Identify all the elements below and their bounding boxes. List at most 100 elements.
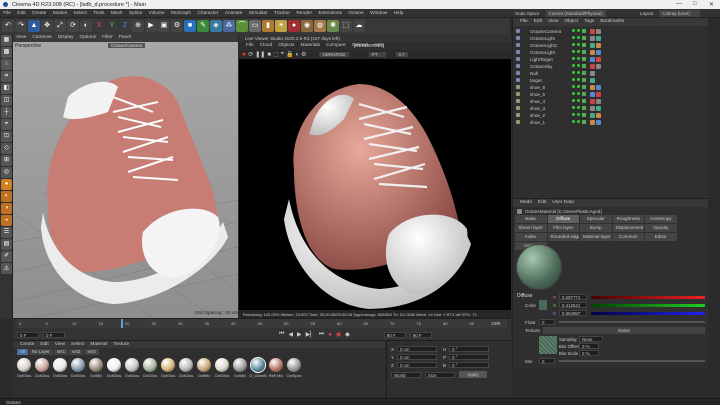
visibility-editor-dot[interactable] (572, 71, 575, 74)
material-tag-icon[interactable] (590, 98, 595, 104)
material-tag-icon[interactable] (596, 63, 601, 69)
model-mode-icon[interactable]: ▦ (1, 35, 12, 46)
menu-item-tools[interactable]: Tools (90, 9, 108, 18)
viewport-menu-options[interactable]: Options (77, 34, 100, 42)
fps-field[interactable]: 90 F (409, 331, 432, 338)
tab-editor[interactable]: Editor (645, 233, 677, 241)
coord-position-field[interactable]: 0 cm (397, 354, 437, 360)
material-tag-icon[interactable] (590, 84, 595, 90)
script-icon[interactable]: ▤ (1, 239, 12, 250)
enable-check-icon[interactable] (582, 71, 586, 75)
visibility-editor-dot[interactable] (572, 99, 575, 102)
coord-mode-select[interactable]: World (391, 371, 421, 378)
object-row[interactable]: shoe_1 (513, 119, 708, 126)
material-layer-tab[interactable]: set1 (53, 348, 69, 355)
tab-rounded-edges[interactable]: Rounded edges (547, 233, 579, 241)
material-tag-icon[interactable] (596, 119, 601, 125)
paint-icon[interactable]: ✐ (1, 251, 12, 262)
render-picture-viewer-icon[interactable]: ▣ (158, 20, 170, 32)
redo-icon[interactable]: ↷ (15, 20, 27, 32)
object-row[interactable]: shoe_3 (513, 105, 708, 112)
color-swatch[interactable] (539, 300, 547, 310)
material-tag-icon[interactable] (590, 77, 595, 83)
next-frame-icon[interactable]: ▶▏ (306, 331, 315, 338)
material-tag-icon[interactable] (590, 119, 595, 125)
settings-icon[interactable]: ⚙ (301, 51, 306, 58)
material-tag-icon[interactable] (590, 63, 595, 69)
coordinate-system-icon[interactable]: ⊕ (132, 20, 144, 32)
last-frame-icon[interactable]: ⏭ (319, 331, 324, 338)
enable-check-icon[interactable] (582, 120, 586, 124)
objects-menu-file[interactable]: File (517, 18, 531, 26)
attributes-menu-mode[interactable]: Mode (517, 199, 535, 207)
enable-check-icon[interactable] (582, 50, 586, 54)
tab-diffuse[interactable]: Diffuse (547, 215, 579, 223)
liveviewer-menu-cloud[interactable]: Cloud (257, 42, 276, 50)
visibility-editor-dot[interactable] (572, 50, 575, 53)
material-tag-icon[interactable] (590, 56, 595, 62)
r-slider[interactable] (591, 296, 705, 299)
material-tag-icon[interactable] (590, 70, 595, 76)
visibility-render-dot[interactable] (577, 92, 580, 95)
record-icon[interactable]: ● (242, 51, 246, 58)
play-icon[interactable]: ▶ (297, 331, 302, 338)
render-view-icon[interactable]: ▶ (145, 20, 157, 32)
material-item[interactable]: OctMix (196, 358, 212, 378)
visibility-editor-dot[interactable] (572, 29, 575, 32)
visibility-render-dot[interactable] (577, 29, 580, 32)
visibility-editor-dot[interactable] (572, 85, 575, 88)
menu-item-render[interactable]: Render (293, 9, 315, 18)
scale-icon[interactable]: ⤢ (54, 20, 66, 32)
visibility-editor-dot[interactable] (572, 113, 575, 116)
record-key-icon[interactable]: ● (328, 332, 332, 338)
colorspace-select[interactable]: HDR/sRGB (318, 52, 349, 57)
object-row[interactable]: OctaneCamera (513, 28, 708, 35)
enable-check-icon[interactable] (582, 64, 586, 68)
start-frame-field[interactable]: 0 F (17, 331, 39, 338)
material-tag-icon[interactable] (596, 56, 601, 62)
material-tag-icon[interactable] (596, 91, 601, 97)
float-slider[interactable] (559, 321, 705, 323)
texture-type-button[interactable]: Noise (543, 327, 705, 334)
light-icon[interactable]: ☀ (275, 20, 287, 32)
x-axis-icon[interactable]: X (93, 20, 105, 32)
object-row[interactable]: OctaneLight (513, 49, 708, 56)
exposure-field[interactable]: 0.7 (395, 52, 408, 57)
material-item[interactable]: OctSpec (286, 358, 302, 378)
object-row[interactable]: target (513, 77, 708, 84)
material-tag-icon[interactable] (590, 35, 595, 41)
tab-opacity[interactable]: Opacity (645, 224, 677, 232)
close-button[interactable]: ✕ (709, 1, 714, 8)
r-value[interactable]: 0.287771 (559, 294, 587, 300)
blur-offset-field[interactable]: 0 % (579, 343, 599, 349)
visibility-render-dot[interactable] (577, 64, 580, 67)
pen-icon[interactable]: ✎ (197, 20, 209, 32)
points-mode-icon[interactable]: ∴ (1, 59, 12, 70)
b-value[interactable]: 0.354997 (559, 310, 587, 316)
tab-displacement[interactable]: Displacement (612, 224, 644, 232)
material-tag-icon[interactable] (590, 105, 595, 111)
object-name[interactable]: OctaneCamera (520, 29, 570, 34)
objects-menu-view[interactable]: View (545, 18, 561, 26)
menu-item-create[interactable]: Create (29, 9, 50, 18)
octane-icon[interactable]: ● (288, 20, 300, 32)
material-item[interactable]: OctGlos (106, 358, 122, 378)
octane-material-button-icon[interactable]: ◑ (1, 203, 12, 214)
material-item[interactable]: OctGlos (16, 358, 32, 378)
menu-item-tracker[interactable]: Tracker (271, 9, 293, 18)
tab-basic[interactable]: Basic (515, 215, 547, 223)
objects-menu-tags[interactable]: Tags (581, 18, 597, 26)
material-item[interactable]: OctGlos (52, 358, 68, 378)
material-layer-tab[interactable]: No Layer (28, 348, 53, 355)
object-name[interactable]: shoe_5 (520, 92, 570, 97)
visibility-editor-dot[interactable] (572, 57, 575, 60)
object-name[interactable]: LightTarget (520, 57, 570, 62)
enable-check-icon[interactable] (582, 99, 586, 103)
lock-view-icon[interactable]: 🔒 (286, 51, 293, 58)
tab-roughness[interactable]: Roughness (612, 215, 644, 223)
rotate-icon[interactable]: ⟳ (67, 20, 79, 32)
coord-position-field[interactable]: 0 cm (397, 362, 437, 368)
visibility-render-dot[interactable] (577, 113, 580, 116)
liveviewer-menu-materials[interactable]: Materials (298, 42, 323, 50)
end-frame-field[interactable]: 90 F (383, 331, 406, 338)
